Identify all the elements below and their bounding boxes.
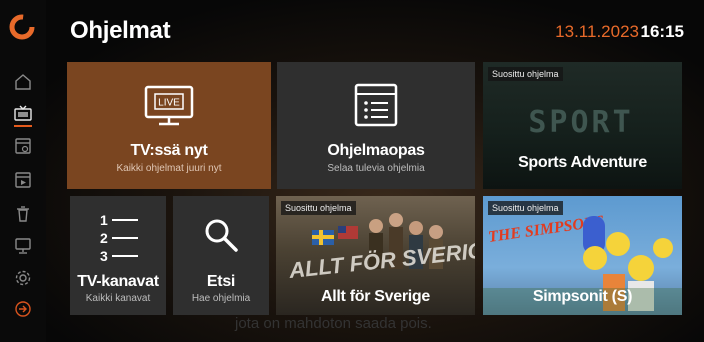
svg-text:SPORT: SPORT — [528, 105, 633, 140]
tile-allt-for-sverige[interactable]: ALLT FÖR SVERIGE Suosittu ohjelma Allt f… — [276, 196, 475, 315]
video-library-icon[interactable] — [13, 170, 33, 190]
tile-sports-label: Sports Adventure — [518, 154, 647, 171]
monitor-icon[interactable] — [13, 236, 33, 256]
popular-badge: Suosittu ohjelma — [488, 201, 563, 215]
settings-icon[interactable] — [13, 268, 33, 288]
time-display: 16:15 — [640, 22, 684, 41]
date-display: 13.11.2023 — [555, 22, 639, 41]
tile-live-tv-sub: Kaikki ohjelmat juuri nyt — [116, 163, 222, 174]
tile-simpsons[interactable]: THE SIMPSONS Suosittu ohjelma Simpsonit … — [483, 196, 682, 315]
tv-icon[interactable] — [13, 104, 33, 124]
page-title: Ohjelmat — [70, 17, 171, 44]
channel-list-icon: 1 2 3 — [100, 212, 138, 263]
tile-channels[interactable]: 1 2 3 TV-kanavat Kaikki kanavat — [70, 196, 166, 315]
tile-sports-adventure[interactable]: SPORT Suosittu ohjelma Sports Adventure — [483, 62, 682, 189]
svg-text:3: 3 — [100, 248, 108, 263]
tile-live-tv-label: TV:ssä nyt — [130, 142, 208, 159]
tile-live-tv[interactable]: LIVE TV:ssä nyt Kaikki ohjelmat juuri ny… — [67, 62, 271, 189]
svg-text:LIVE: LIVE — [158, 98, 180, 109]
guide-list-icon — [354, 83, 398, 127]
trash-icon[interactable] — [13, 204, 33, 224]
tile-guide-label: Ohjelmaopas — [327, 142, 425, 159]
live-tv-icon: LIVE — [144, 85, 194, 126]
tile-search[interactable]: Etsi Hae ohjelmia — [173, 196, 269, 315]
tile-allt-label: Allt för Sverige — [320, 288, 430, 305]
tile-guide-sub: Selaa tulevia ohjelmia — [327, 163, 425, 174]
search-icon — [205, 219, 238, 252]
recordings-icon[interactable] — [13, 136, 33, 156]
popular-badge: Suosittu ohjelma — [281, 201, 356, 215]
tile-search-label: Etsi — [206, 273, 236, 290]
popular-badge: Suosittu ohjelma — [488, 67, 563, 81]
tile-guide[interactable]: Ohjelmaopas Selaa tulevia ohjelmia — [277, 62, 475, 189]
tile-channels-sub: Kaikki kanavat — [85, 293, 151, 304]
tile-channels-label: TV-kanavat — [77, 273, 159, 290]
exit-icon[interactable] — [13, 299, 33, 319]
active-indicator — [14, 125, 32, 127]
background-subtitle: jota on mahdoton saada pois. — [235, 315, 432, 332]
tile-search-sub: Hae ohjelmia — [191, 293, 251, 304]
sidebar — [0, 0, 46, 342]
app-logo — [9, 14, 35, 40]
tile-simpsons-label: Simpsonit (S) — [532, 288, 633, 305]
svg-text:1: 1 — [100, 212, 108, 228]
home-icon[interactable] — [13, 72, 33, 92]
svg-text:2: 2 — [100, 230, 108, 246]
